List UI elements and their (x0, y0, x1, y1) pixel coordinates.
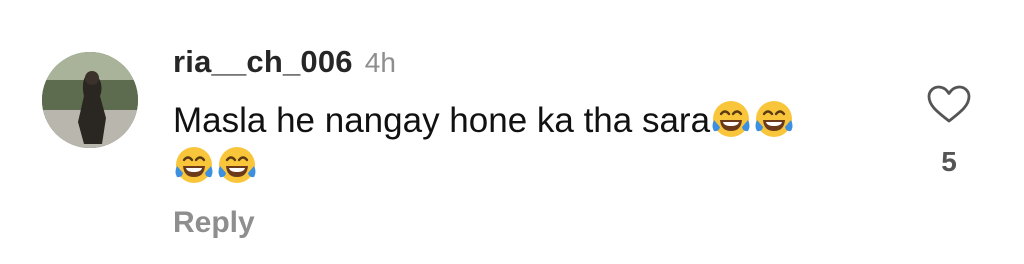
face-with-tears-of-joy-icon (216, 144, 258, 186)
comment-text: Masla he nangay hone ka tha sara (173, 98, 853, 190)
comment-header: ria__ch_006 4h (173, 44, 873, 88)
username[interactable]: ria__ch_006 (173, 44, 353, 80)
face-with-tears-of-joy-icon (173, 144, 215, 186)
comment-text-body: Masla he nangay hone ka tha sara (173, 101, 711, 140)
like-count: 5 (941, 146, 957, 177)
face-with-tears-of-joy-icon (753, 98, 795, 140)
reply-button[interactable]: Reply (173, 206, 873, 240)
heart-icon[interactable] (924, 84, 974, 124)
face-with-tears-of-joy-icon (710, 98, 752, 140)
comment-item: ria__ch_006 4h Masla he nangay hone ka t… (0, 0, 1024, 264)
like-section: 5 (924, 84, 974, 178)
comment-content: ria__ch_006 4h Masla he nangay hone ka t… (173, 44, 873, 240)
avatar[interactable] (42, 52, 138, 148)
timestamp: 4h (364, 47, 396, 78)
